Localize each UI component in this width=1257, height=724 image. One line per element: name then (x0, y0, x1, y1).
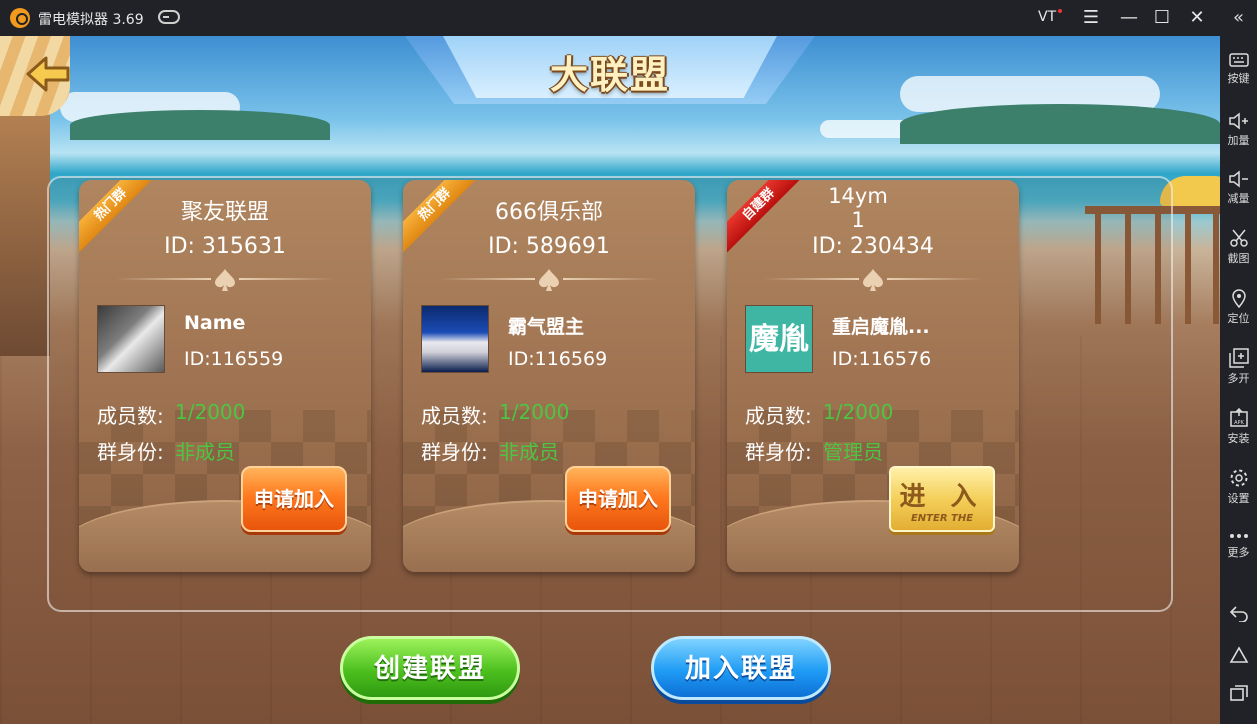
enter-button[interactable]: 进 入 ENTER THE (889, 466, 995, 532)
alliance-card: 热门群 666俱乐部 ID: 589691 霸气盟主 ID:116569 成员数… (403, 180, 695, 572)
gamepad-icon[interactable] (158, 10, 180, 24)
owner-avatar (421, 305, 489, 373)
sidebar-item-label: 安装 (1227, 432, 1250, 445)
back-icon (1229, 606, 1248, 622)
apk-install-icon: APK (1229, 408, 1248, 427)
owner-id: ID:116559 (184, 348, 284, 370)
sidebar-collapse-button[interactable]: « (1220, 6, 1257, 30)
divider (439, 278, 535, 280)
spade-icon (215, 269, 235, 291)
sidebar-item-keymap[interactable]: 按键 (1220, 44, 1257, 98)
sidebar-item-label: 定位 (1227, 312, 1250, 325)
owner-id: ID:116569 (508, 348, 608, 370)
spade-icon (539, 269, 559, 291)
app-title: 雷电模拟器 3.69 (38, 12, 144, 28)
page-title: 大联盟 (549, 53, 670, 97)
sidebar-item-label: 按键 (1227, 72, 1250, 85)
divider (887, 278, 983, 280)
sidebar-item-location[interactable]: 定位 (1220, 280, 1257, 334)
alliance-card: 热门群 聚友联盟 ID: 315631 Name ID:116559 成员数: … (79, 180, 371, 572)
location-icon (1231, 289, 1246, 308)
owner-avatar: 魔胤 (745, 305, 813, 373)
maximize-button[interactable]: ☐ (1150, 6, 1174, 30)
sidebar-item-volume-up[interactable]: 加量 (1220, 104, 1257, 158)
create-alliance-button[interactable]: 创建联盟 (340, 636, 520, 700)
owner-name: 霸气盟主 (508, 316, 585, 338)
member-count-label: 成员数: (421, 404, 488, 428)
sidebar-item-settings[interactable]: 设置 (1220, 460, 1257, 514)
role-label: 群身份: (421, 440, 488, 464)
ldplayer-logo-icon (10, 8, 30, 28)
member-count-value: 1/2000 (499, 400, 570, 424)
owner-avatar (97, 305, 165, 373)
android-home-button[interactable] (1220, 640, 1257, 670)
beach-stall-decoration (0, 96, 50, 356)
group-id: ID: 230434 (812, 234, 934, 259)
member-count-label: 成员数: (97, 404, 164, 428)
sidebar-item-label: 更多 (1227, 546, 1250, 559)
sidebar-item-label: 多开 (1227, 372, 1250, 385)
title-bar: 雷电模拟器 3.69 VT ☰ — ☐ ✕ (0, 0, 1257, 36)
sidebar-item-multi-instance[interactable]: 多开 (1220, 340, 1257, 394)
android-recents-button[interactable] (1220, 678, 1257, 708)
enter-button-label: 进 入 (899, 482, 985, 512)
join-alliance-button[interactable]: 加入联盟 (651, 636, 831, 700)
home-icon (1229, 646, 1248, 663)
volume-up-icon (1228, 112, 1248, 130)
divider (115, 278, 211, 280)
owner-name: Name (184, 312, 246, 334)
apply-join-button[interactable]: 申请加入 (565, 466, 671, 532)
island-decoration (70, 110, 330, 140)
recent-apps-icon (1229, 685, 1248, 701)
group-name: 聚友联盟 (180, 200, 269, 225)
sidebar-item-volume-down[interactable]: 减量 (1220, 162, 1257, 216)
keyboard-icon (1228, 53, 1249, 67)
minimize-button[interactable]: — (1117, 6, 1141, 30)
member-count-label: 成员数: (745, 404, 812, 428)
android-back-button[interactable] (1220, 598, 1257, 628)
divider (239, 278, 335, 280)
group-id: ID: 315631 (164, 234, 286, 259)
sidebar-item-label: 加量 (1227, 134, 1250, 147)
emulator-sidebar: « 按键 加量 减量 截图 定位 多开 APK 安装 设置 更多 (1220, 0, 1257, 724)
sidebar-item-install-apk[interactable]: APK 安装 (1220, 400, 1257, 454)
emulator-window: 雷电模拟器 3.69 VT ☰ — ☐ ✕ « 按键 加量 减量 截图 定位 多… (0, 0, 1257, 724)
spade-icon (863, 269, 883, 291)
sidebar-item-label: 减量 (1227, 192, 1250, 205)
vt-indicator[interactable]: VT (1038, 9, 1063, 25)
sidebar-item-label: 截图 (1227, 252, 1250, 265)
island-decoration (900, 104, 1220, 144)
role-label: 群身份: (97, 440, 164, 464)
volume-down-icon (1228, 170, 1248, 188)
gear-icon (1230, 469, 1247, 487)
scissors-icon (1229, 229, 1248, 247)
more-icon (1229, 534, 1248, 538)
owner-id: ID:116576 (832, 348, 932, 370)
role-value: 非成员 (175, 440, 235, 464)
apply-join-button[interactable]: 申请加入 (241, 466, 347, 532)
owner-name: 重启魔胤... (832, 316, 930, 338)
sidebar-item-screenshot[interactable]: 截图 (1220, 220, 1257, 274)
group-name: 14ym1 (828, 184, 888, 232)
sidebar-item-more[interactable]: 更多 (1220, 522, 1257, 576)
game-screen: 大联盟 热门群 聚友联盟 ID: 315631 Name ID:116559 成… (0, 36, 1220, 724)
divider (563, 278, 659, 280)
close-button[interactable]: ✕ (1185, 6, 1209, 30)
menu-button[interactable]: ☰ (1079, 6, 1103, 30)
svg-text:APK: APK (1234, 420, 1244, 426)
group-name: 666俱乐部 (495, 200, 603, 225)
role-label: 群身份: (745, 440, 812, 464)
multi-open-icon (1228, 348, 1249, 368)
back-button[interactable] (26, 56, 72, 92)
group-id: ID: 589691 (488, 234, 610, 259)
sidebar-item-label: 设置 (1227, 492, 1250, 505)
role-value: 管理员 (823, 440, 883, 464)
divider (763, 278, 859, 280)
member-count-value: 1/2000 (823, 400, 894, 424)
enter-button-sublabel: ENTER THE (910, 513, 974, 524)
alliance-card: 自建群 14ym1 ID: 230434 魔胤 重启魔胤... ID:11657… (727, 180, 1019, 572)
back-arrow-icon (26, 56, 70, 92)
role-value: 非成员 (499, 440, 559, 464)
member-count-value: 1/2000 (175, 400, 246, 424)
